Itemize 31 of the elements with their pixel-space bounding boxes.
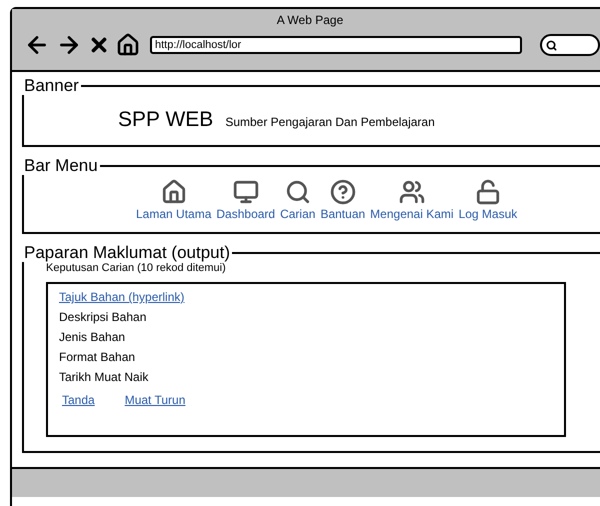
- menu-link[interactable]: Mengenai Kami: [370, 179, 454, 220]
- help-icon: [330, 179, 356, 205]
- monitor-icon: [232, 179, 259, 205]
- action-link[interactable]: Tanda: [62, 392, 95, 408]
- title-link[interactable]: Tajuk Bahan (hyperlink): [59, 289, 184, 305]
- menu-link[interactable]: Log Masuk: [458, 179, 518, 220]
- action-link[interactable]: Muat Turun: [124, 392, 186, 408]
- menu-link[interactable]: Dashboard: [216, 179, 276, 220]
- field-label: Jenis Bahan: [59, 329, 126, 345]
- result-summary: Keputusan Carian (10 rekod ditemui): [46, 262, 227, 275]
- url-text: http://localhost/lor: [155, 40, 242, 50]
- home-icon: [160, 179, 187, 205]
- section-legend: Paparan Maklumat (output): [22, 244, 232, 262]
- home-icon[interactable]: [116, 33, 140, 57]
- window-title: A Web Page: [276, 12, 344, 29]
- search-icon: [546, 40, 557, 50]
- section-legend: Banner: [22, 77, 81, 95]
- field-label: Format Bahan: [59, 349, 136, 365]
- menu-link[interactable]: Carian: [280, 179, 316, 220]
- search-field[interactable]: [540, 34, 600, 56]
- unlocked-padlock-icon: [474, 179, 501, 205]
- field-label: Deskripsi Bahan: [59, 309, 146, 325]
- users-icon: [398, 179, 425, 205]
- search-icon: [284, 179, 311, 205]
- address-field[interactable]: http://localhost/lor: [150, 36, 522, 54]
- field-label: Tarikh Muat Naik: [59, 369, 148, 385]
- menu-link[interactable]: Laman Utama: [136, 179, 212, 220]
- site-subtitle: Sumber Pengajaran Dan Pembelajaran: [225, 114, 435, 131]
- menu-link[interactable]: Bantuan: [320, 179, 366, 220]
- section-legend: Bar Menu: [22, 157, 100, 175]
- site-title: SPP WEB: [118, 107, 214, 133]
